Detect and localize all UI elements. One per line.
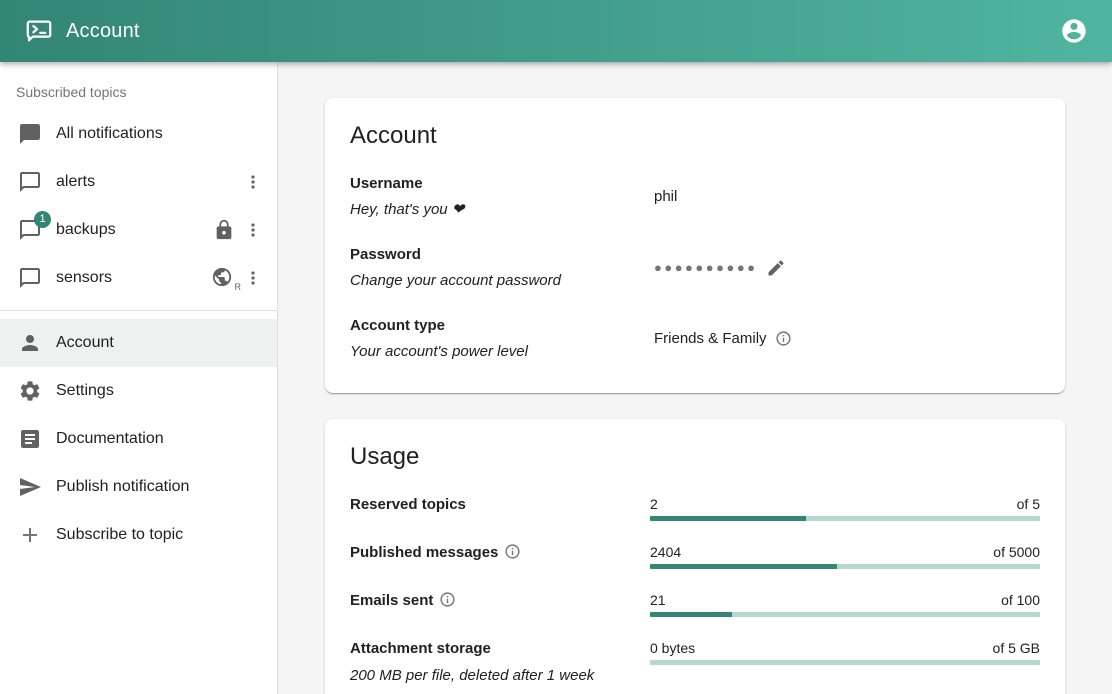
reserved-marker: R <box>235 282 242 292</box>
account-type-description: Your account's power level <box>350 342 654 362</box>
sidebar: Subscribed topics All notifications aler… <box>0 62 278 694</box>
emails-sent-label: Emails sent <box>350 591 650 611</box>
emails-sent-limit: of 100 <box>1001 592 1040 608</box>
password-masked-value: ●●●●●●●●●● <box>654 260 758 275</box>
sidebar-item-account[interactable]: Account <box>0 319 277 367</box>
attachment-storage-label-block: Attachment storage 200 MB per file, dele… <box>350 639 650 684</box>
app-header: Account <box>0 0 1112 62</box>
emails-sent-meter: 21 of 100 <box>650 591 1040 617</box>
chat-bubble-outline-icon <box>18 170 42 194</box>
chat-bubble-filled-icon <box>18 122 42 146</box>
progress-fill <box>650 516 806 521</box>
published-messages-limit: of 5000 <box>993 544 1040 560</box>
topic-label: All notifications <box>56 125 263 143</box>
topic-menu-kebab-icon[interactable] <box>243 218 263 242</box>
usage-card: Usage Reserved topics 2 of 5 Published m… <box>325 419 1065 694</box>
attachment-storage-label: Attachment storage <box>350 639 650 659</box>
password-label: Password <box>350 245 654 265</box>
emails-sent-current: 21 <box>650 592 666 608</box>
topic-menu-kebab-icon[interactable] <box>243 266 263 290</box>
chat-bubble-outline-icon <box>18 266 42 290</box>
reserved-topics-row: Reserved topics 2 of 5 <box>350 495 1040 521</box>
attachment-storage-current: 0 bytes <box>650 640 695 656</box>
progress-bar <box>650 516 1040 521</box>
nav-label: Documentation <box>56 430 263 448</box>
gear-icon <box>18 379 42 403</box>
ntfy-logo-icon <box>24 16 54 46</box>
plus-icon <box>18 523 42 547</box>
username-label: Username <box>350 174 654 194</box>
progress-bar <box>650 564 1040 569</box>
account-card-title: Account <box>350 122 1040 150</box>
nav-label: Account <box>56 334 263 352</box>
chat-bubble-outline-icon: 1 <box>18 218 42 242</box>
topic-label: sensors <box>56 269 211 287</box>
username-value: phil <box>654 188 1040 205</box>
password-description: Change your account password <box>350 271 654 291</box>
account-type-label-block: Account type Your account's power level <box>350 316 654 361</box>
progress-fill <box>650 612 732 617</box>
unread-count-badge: 1 <box>34 211 51 228</box>
reserved-topics-label: Reserved topics <box>350 495 650 515</box>
info-icon[interactable] <box>504 543 521 560</box>
attachment-storage-limit: of 5 GB <box>993 640 1040 656</box>
main-content: Account Username Hey, that's you ❤ phil … <box>278 62 1112 694</box>
topic-label: backups <box>56 221 213 239</box>
sidebar-item-backups[interactable]: 1 backups <box>0 206 277 254</box>
page-title: Account <box>66 20 140 43</box>
info-icon[interactable] <box>775 330 792 347</box>
username-description: Hey, that's you ❤ <box>350 200 654 220</box>
account-circle-icon[interactable] <box>1060 17 1088 45</box>
account-type-row: Account type Your account's power level … <box>350 316 1040 361</box>
progress-bar <box>650 660 1040 665</box>
attachment-storage-row: Attachment storage 200 MB per file, dele… <box>350 639 1040 684</box>
globe-reserved-icon: R <box>211 266 235 290</box>
published-messages-meter: 2404 of 5000 <box>650 543 1040 569</box>
sidebar-item-subscribe-to-topic[interactable]: Subscribe to topic <box>0 511 277 559</box>
account-type-value-block: Friends & Family <box>654 330 1040 347</box>
sidebar-item-settings[interactable]: Settings <box>0 367 277 415</box>
account-type-value: Friends & Family <box>654 330 767 347</box>
progress-fill <box>650 564 837 569</box>
sidebar-item-publish-notification[interactable]: Publish notification <box>0 463 277 511</box>
username-label-block: Username Hey, that's you ❤ <box>350 174 654 219</box>
usage-card-title: Usage <box>350 443 1040 471</box>
attachment-storage-note: 200 MB per file, deleted after 1 week <box>350 667 650 684</box>
topic-label: alerts <box>56 173 243 191</box>
sidebar-item-sensors[interactable]: sensors R <box>0 254 277 302</box>
published-messages-current: 2404 <box>650 544 681 560</box>
lock-icon <box>213 219 235 241</box>
emails-sent-row: Emails sent 21 of 100 <box>350 591 1040 617</box>
article-icon <box>18 427 42 451</box>
reserved-topics-current: 2 <box>650 496 658 512</box>
reserved-topics-meter: 2 of 5 <box>650 495 1040 521</box>
sidebar-item-alerts[interactable]: alerts <box>0 158 277 206</box>
nav-label: Publish notification <box>56 478 263 496</box>
sidebar-item-all-notifications[interactable]: All notifications <box>0 110 277 158</box>
send-icon <box>18 475 42 499</box>
sidebar-item-documentation[interactable]: Documentation <box>0 415 277 463</box>
attachment-storage-meter: 0 bytes of 5 GB <box>650 639 1040 665</box>
progress-bar <box>650 612 1040 617</box>
nav-label: Subscribe to topic <box>56 526 263 544</box>
reserved-topics-limit: of 5 <box>1017 496 1040 512</box>
password-row: Password Change your account password ●●… <box>350 245 1040 290</box>
password-label-block: Password Change your account password <box>350 245 654 290</box>
account-type-label: Account type <box>350 316 654 336</box>
person-icon <box>18 331 42 355</box>
account-card: Account Username Hey, that's you ❤ phil … <box>325 98 1065 393</box>
edit-password-pencil-icon[interactable] <box>766 258 786 278</box>
topic-menu-kebab-icon[interactable] <box>243 170 263 194</box>
published-messages-row: Published messages 2404 of 5000 <box>350 543 1040 569</box>
published-messages-label: Published messages <box>350 543 650 563</box>
username-row: Username Hey, that's you ❤ phil <box>350 174 1040 219</box>
nav-label: Settings <box>56 382 263 400</box>
subscribed-topics-label: Subscribed topics <box>0 70 277 110</box>
sidebar-divider <box>0 310 277 311</box>
info-icon[interactable] <box>439 591 456 608</box>
password-value: ●●●●●●●●●● <box>654 258 1040 278</box>
